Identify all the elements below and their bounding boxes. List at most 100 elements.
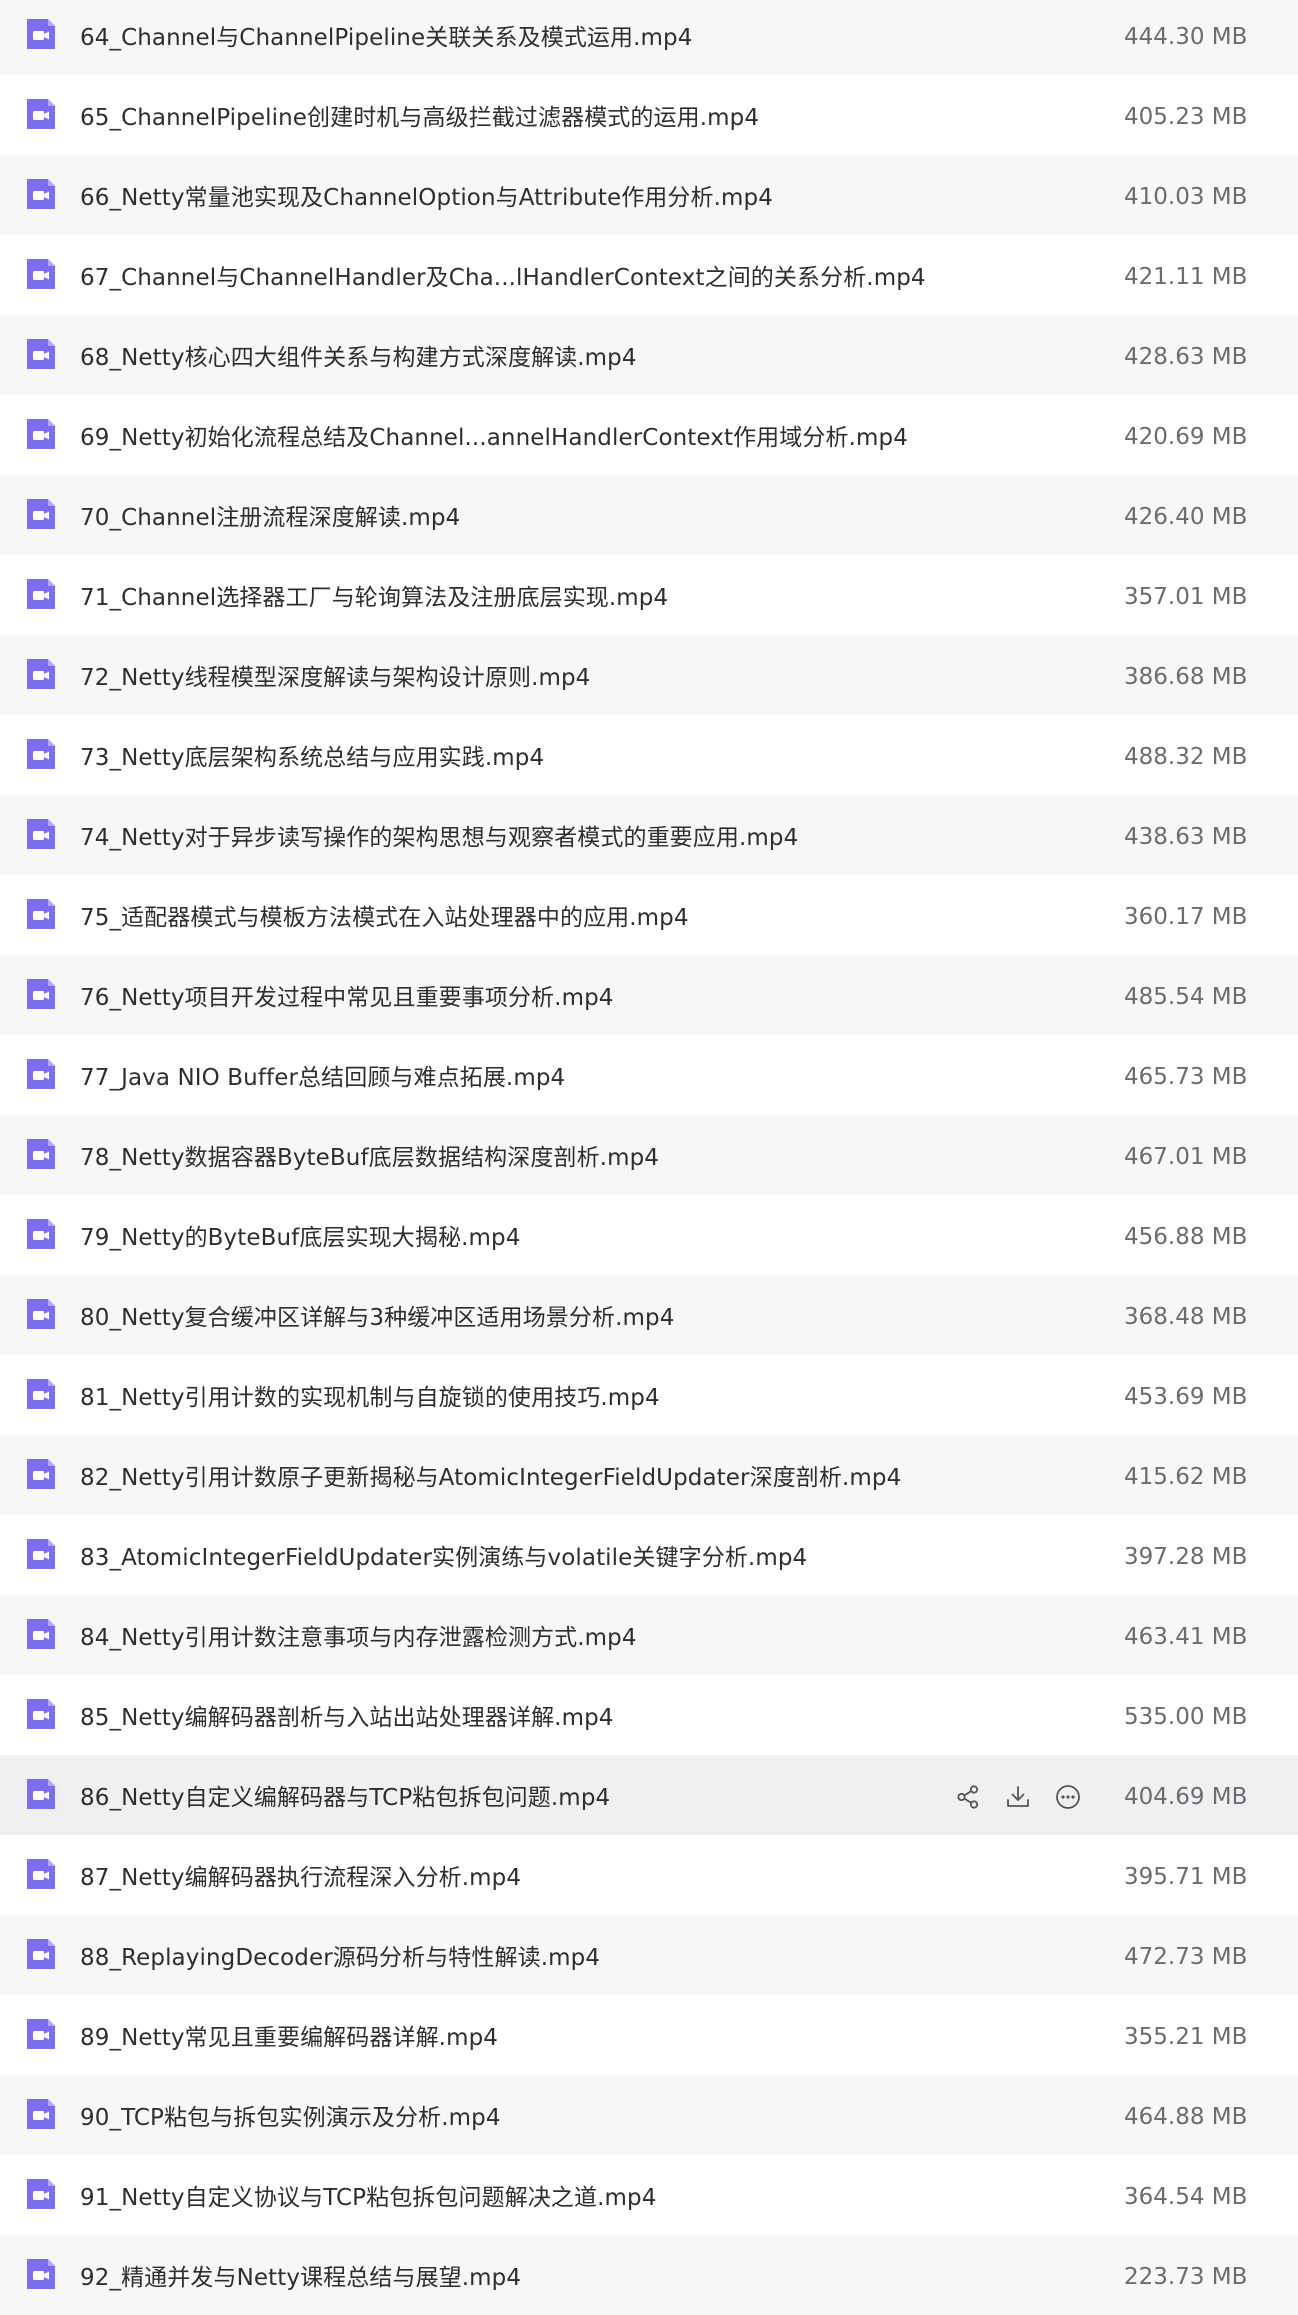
file-row[interactable]: 92_精通并发与Netty课程总结与展望.mp4 223.73 MB [0,2235,1298,2315]
file-row[interactable]: 85_Netty编解码器剖析与入站出站处理器详解.mp4 535.00 MB [0,1675,1298,1755]
file-size: 421.11 MB [1124,264,1248,290]
file-name[interactable]: 67_Channel与ChannelHandler及Cha...lHandler… [80,263,926,293]
file-name[interactable]: 84_Netty引用计数注意事项与内存泄露检测方式.mp4 [80,1623,637,1653]
file-size: 223.73 MB [1124,2264,1248,2290]
file-row[interactable]: 65_ChannelPipeline创建时机与高级拦截过滤器模式的运用.mp4 4… [0,75,1298,155]
file-row[interactable]: 83_AtomicIntegerFieldUpdater实例演练与volatil… [0,1515,1298,1595]
video-file-icon [24,2177,58,2211]
file-row[interactable]: 87_Netty编解码器执行流程深入分析.mp4 395.71 MB [0,1835,1298,1915]
file-name[interactable]: 70_Channel注册流程深度解读.mp4 [80,503,460,533]
file-size: 426.40 MB [1124,504,1248,530]
file-size: 397.28 MB [1124,1544,1248,1570]
file-size: 444.30 MB [1124,24,1248,50]
file-name[interactable]: 85_Netty编解码器剖析与入站出站处理器详解.mp4 [80,1703,614,1733]
video-file-icon [24,1777,58,1811]
file-name[interactable]: 86_Netty自定义编解码器与TCP粘包拆包问题.mp4 [80,1783,610,1813]
file-row[interactable]: 77_Java NIO Buffer总结回顾与难点拓展.mp4 465.73 MB [0,1035,1298,1115]
file-size: 360.17 MB [1124,904,1248,930]
file-name[interactable]: 68_Netty核心四大组件关系与构建方式深度解读.mp4 [80,343,637,373]
file-row[interactable]: 90_TCP粘包与拆包实例演示及分析.mp4 464.88 MB [0,2075,1298,2155]
video-file-icon [24,977,58,1011]
file-row[interactable]: 84_Netty引用计数注意事项与内存泄露检测方式.mp4 463.41 MB [0,1595,1298,1675]
file-name[interactable]: 74_Netty对于异步读写操作的架构思想与观察者模式的重要应用.mp4 [80,823,798,853]
file-row[interactable]: 81_Netty引用计数的实现机制与自旋锁的使用技巧.mp4 453.69 MB [0,1355,1298,1435]
file-size: 465.73 MB [1124,1064,1248,1090]
file-row[interactable]: 67_Channel与ChannelHandler及Cha...lHandler… [0,235,1298,315]
file-name[interactable]: 78_Netty数据容器ByteBuf底层数据结构深度剖析.mp4 [80,1143,659,1173]
file-name[interactable]: 66_Netty常量池实现及ChannelOption与Attribute作用分… [80,183,773,213]
file-row[interactable]: 73_Netty底层架构系统总结与应用实践.mp4 488.32 MB [0,715,1298,795]
more-icon[interactable] [1050,1779,1086,1815]
file-row[interactable]: 70_Channel注册流程深度解读.mp4 426.40 MB [0,475,1298,555]
file-name[interactable]: 77_Java NIO Buffer总结回顾与难点拓展.mp4 [80,1063,565,1093]
file-name[interactable]: 91_Netty自定义协议与TCP粘包拆包问题解决之道.mp4 [80,2183,656,2213]
file-size: 472.73 MB [1124,1944,1248,1970]
file-size: 535.00 MB [1124,1704,1248,1730]
file-row[interactable]: 71_Channel选择器工厂与轮询算法及注册底层实现.mp4 357.01 MB [0,555,1298,635]
file-row[interactable]: 75_适配器模式与模板方法模式在入站处理器中的应用.mp4 360.17 MB [0,875,1298,955]
file-name[interactable]: 73_Netty底层架构系统总结与应用实践.mp4 [80,743,544,773]
video-file-icon [24,2097,58,2131]
file-name[interactable]: 82_Netty引用计数原子更新揭秘与AtomicIntegerFieldUpd… [80,1463,901,1493]
download-icon[interactable] [1000,1779,1036,1815]
file-row[interactable]: 64_Channel与ChannelPipeline关联关系及模式运用.mp4 4… [0,0,1298,75]
file-name[interactable]: 83_AtomicIntegerFieldUpdater实例演练与volatil… [80,1543,807,1573]
file-size: 395.71 MB [1124,1864,1248,1890]
file-size: 405.23 MB [1124,104,1248,130]
file-size: 386.68 MB [1124,664,1248,690]
file-name[interactable]: 76_Netty项目开发过程中常见且重要事项分析.mp4 [80,983,614,1013]
file-row[interactable]: 76_Netty项目开发过程中常见且重要事项分析.mp4 485.54 MB [0,955,1298,1035]
file-name[interactable]: 71_Channel选择器工厂与轮询算法及注册底层实现.mp4 [80,583,668,613]
file-row[interactable]: 66_Netty常量池实现及ChannelOption与Attribute作用分… [0,155,1298,235]
file-name[interactable]: 69_Netty初始化流程总结及Channel...annelHandlerCo… [80,423,908,453]
file-size: 364.54 MB [1124,2184,1248,2210]
video-file-icon [24,257,58,291]
file-size: 456.88 MB [1124,1224,1248,1250]
file-name[interactable]: 75_适配器模式与模板方法模式在入站处理器中的应用.mp4 [80,903,689,933]
file-row[interactable]: 91_Netty自定义协议与TCP粘包拆包问题解决之道.mp4 364.54 MB [0,2155,1298,2235]
file-row[interactable]: 80_Netty复合缓冲区详解与3种缓冲区适用场景分析.mp4 368.48 MB [0,1275,1298,1355]
video-file-icon [24,17,58,51]
file-row[interactable]: 78_Netty数据容器ByteBuf底层数据结构深度剖析.mp4 467.01 … [0,1115,1298,1195]
file-size: 463.41 MB [1124,1624,1248,1650]
file-name[interactable]: 80_Netty复合缓冲区详解与3种缓冲区适用场景分析.mp4 [80,1303,674,1333]
video-file-icon [24,1297,58,1331]
share-icon[interactable] [950,1779,986,1815]
file-name[interactable]: 79_Netty的ByteBuf底层实现大揭秘.mp4 [80,1223,520,1253]
video-file-icon [24,1857,58,1891]
video-file-icon [24,1217,58,1251]
file-row[interactable]: 86_Netty自定义编解码器与TCP粘包拆包问题.mp4 404.69 MB [0,1755,1298,1835]
file-name[interactable]: 88_ReplayingDecoder源码分析与特性解读.mp4 [80,1943,600,1973]
file-row[interactable]: 82_Netty引用计数原子更新揭秘与AtomicIntegerFieldUpd… [0,1435,1298,1515]
video-file-icon [24,337,58,371]
video-file-icon [24,97,58,131]
file-name[interactable]: 87_Netty编解码器执行流程深入分析.mp4 [80,1863,521,1893]
video-file-icon [24,2017,58,2051]
video-file-icon [24,657,58,691]
file-name[interactable]: 65_ChannelPipeline创建时机与高级拦截过滤器模式的运用.mp4 [80,103,759,133]
file-size: 404.69 MB [1124,1784,1248,1810]
video-file-icon [24,897,58,931]
file-name[interactable]: 81_Netty引用计数的实现机制与自旋锁的使用技巧.mp4 [80,1383,660,1413]
file-row[interactable]: 89_Netty常见且重要编解码器详解.mp4 355.21 MB [0,1995,1298,2075]
file-size: 357.01 MB [1124,584,1248,610]
video-file-icon [24,1377,58,1411]
video-file-icon [24,1937,58,1971]
video-file-icon [24,1537,58,1571]
file-name[interactable]: 89_Netty常见且重要编解码器详解.mp4 [80,2023,498,2053]
file-row[interactable]: 68_Netty核心四大组件关系与构建方式深度解读.mp4 428.63 MB [0,315,1298,395]
file-row[interactable]: 69_Netty初始化流程总结及Channel...annelHandlerCo… [0,395,1298,475]
file-row[interactable]: 88_ReplayingDecoder源码分析与特性解读.mp4 472.73 M… [0,1915,1298,1995]
file-name[interactable]: 92_精通并发与Netty课程总结与展望.mp4 [80,2263,521,2293]
file-row[interactable]: 74_Netty对于异步读写操作的架构思想与观察者模式的重要应用.mp4 438.… [0,795,1298,875]
file-name[interactable]: 90_TCP粘包与拆包实例演示及分析.mp4 [80,2103,501,2133]
file-size: 428.63 MB [1124,344,1248,370]
file-name[interactable]: 72_Netty线程模型深度解读与架构设计原则.mp4 [80,663,590,693]
video-file-icon [24,1137,58,1171]
file-row[interactable]: 72_Netty线程模型深度解读与架构设计原则.mp4 386.68 MB [0,635,1298,715]
file-row[interactable]: 79_Netty的ByteBuf底层实现大揭秘.mp4 456.88 MB [0,1195,1298,1275]
file-name[interactable]: 64_Channel与ChannelPipeline关联关系及模式运用.mp4 [80,23,692,53]
file-size: 415.62 MB [1124,1464,1248,1490]
row-actions [950,1779,1086,1815]
video-file-icon [24,817,58,851]
